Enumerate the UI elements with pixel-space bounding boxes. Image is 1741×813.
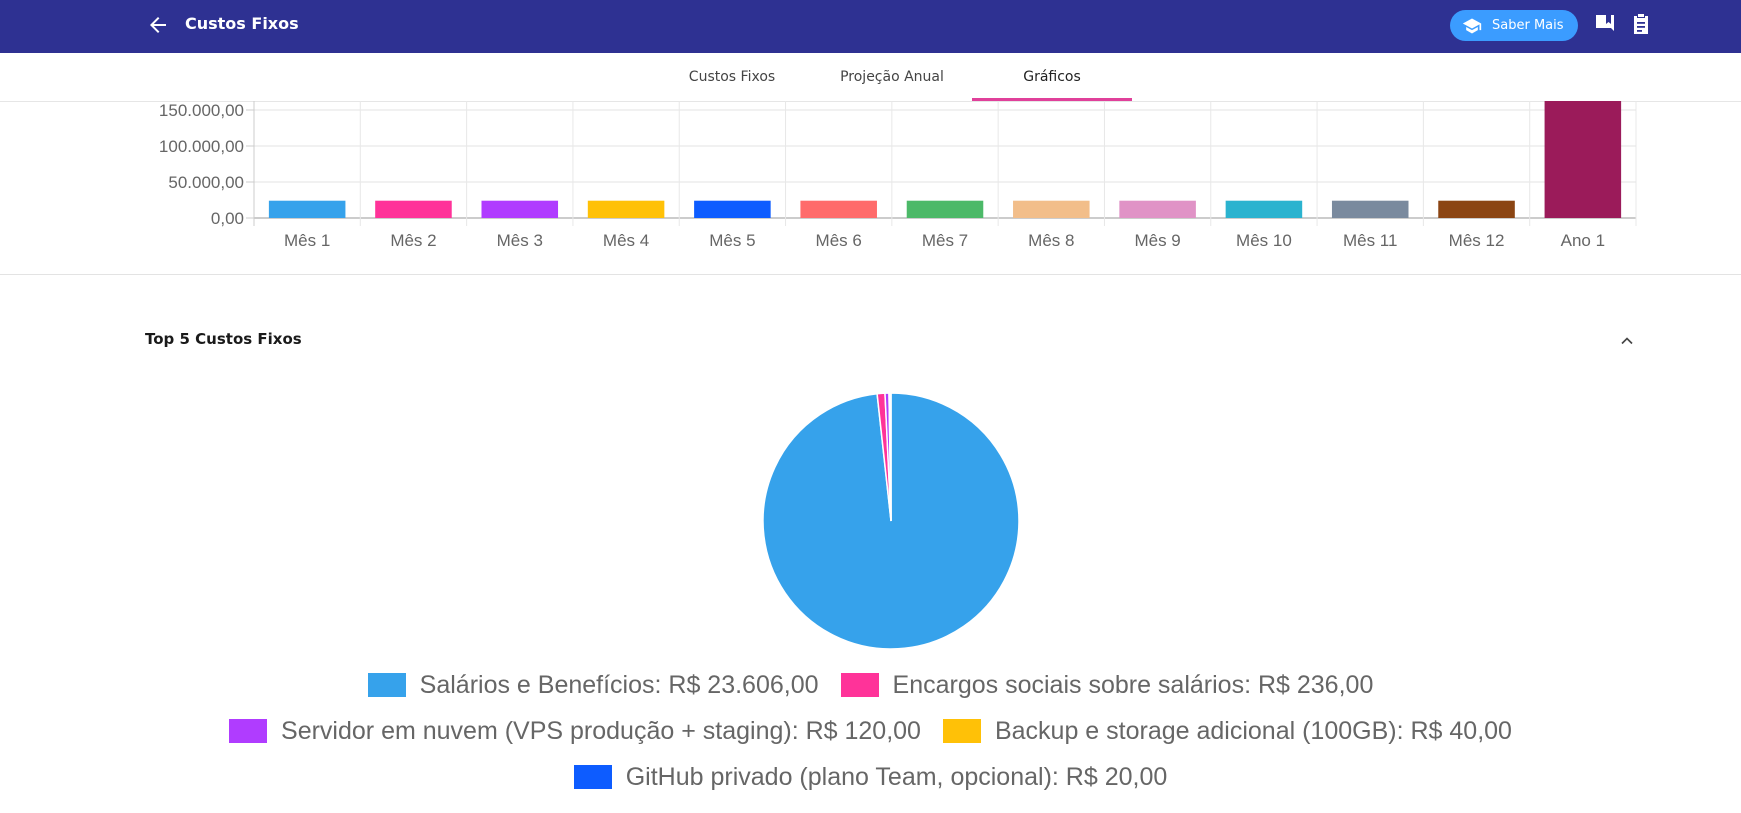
bar[interactable] [1438,200,1515,218]
pie-legend-row-3: GitHub privado (plano Team, opcional): R… [0,758,1741,796]
y-tick-label: 100.000,00 [159,137,244,156]
y-tick-label: 50.000,00 [168,173,244,192]
pie-chart [762,392,1020,650]
x-tick-label: Mês 11 [1343,231,1398,250]
section-divider [0,274,1741,275]
back-arrow-icon[interactable] [146,13,170,37]
tab-projecao-anual[interactable]: Projeção Anual [826,53,958,101]
bar[interactable] [906,200,984,218]
saber-mais-label: Saber Mais [1492,18,1564,33]
legend-item[interactable]: Servidor em nuvem (VPS produção + stagin… [229,717,921,746]
x-tick-label: Mês 12 [1449,231,1505,250]
pie-legend-row-1: Salários e Benefícios: R$ 23.606,00 Enca… [0,666,1741,704]
x-tick-label: Mês 8 [1028,231,1074,250]
x-tick-label: Mês 9 [1134,231,1180,250]
tab-bar: Custos Fixos Projeção Anual Gráficos [0,53,1741,102]
bar[interactable] [1331,200,1409,218]
legend-swatch [942,719,981,743]
x-tick-label: Mês 10 [1236,231,1292,250]
app-header: Custos Fixos Saber Mais [0,0,1741,53]
legend-label: GitHub privado (plano Team, opcional): R… [625,762,1168,791]
saber-mais-button[interactable]: Saber Mais [1450,10,1578,41]
graduation-cap-icon [1462,18,1482,33]
x-tick-label: Mês 6 [816,231,862,250]
legend-swatch [840,673,879,697]
x-tick-label: Mês 7 [922,231,968,250]
bar[interactable] [1225,200,1303,218]
legend-label: Salários e Benefícios: R$ 23.606,00 [419,670,819,699]
bar[interactable] [587,200,665,218]
legend-swatch [367,673,406,697]
y-tick-label: 150.000,00 [159,101,244,120]
bar-chart: 0,00 50.000,00 100.000,00 150.000,00 Mês 1 Mê… [159,101,1637,250]
bar[interactable] [481,200,559,218]
pie-legend-row-2: Servidor em nuvem (VPS produção + stagin… [0,712,1741,750]
x-tick-label: Mês 2 [390,231,436,250]
bar[interactable] [1119,200,1196,218]
bar[interactable] [1544,101,1622,218]
legend-swatch [573,765,612,789]
x-tick-label: Mês 1 [284,231,330,250]
legend-item[interactable]: GitHub privado (plano Team, opcional): R… [573,762,1168,792]
legend-label: Backup e storage adicional (100GB): R$ 4… [994,716,1512,745]
legend-label: Servidor em nuvem (VPS produção + stagin… [281,716,921,745]
tab-graficos[interactable]: Gráficos [972,53,1132,101]
legend-item[interactable]: Salários e Benefícios: R$ 23.606,00 [367,670,819,700]
chevron-up-icon[interactable] [1617,331,1637,351]
bar[interactable] [1013,200,1090,218]
x-tick-label: Ano 1 [1561,231,1605,250]
x-tick-label: Mês 4 [603,231,649,250]
x-tick-label: Mês 3 [497,231,543,250]
bar[interactable] [268,200,346,218]
bar[interactable] [375,200,452,218]
y-tick-label: 0,00 [211,209,244,228]
legend-item[interactable]: Backup e storage adicional (100GB): R$ 4… [942,716,1512,746]
legend-label: Encargos sociais sobre salários: R$ 236,… [892,670,1374,699]
x-tick-label: Mês 5 [709,231,755,250]
section-title: Top 5 Custos Fixos [145,330,302,348]
legend-swatch [229,719,268,743]
page-title: Custos Fixos [185,14,299,33]
clipboard-icon[interactable] [1629,12,1653,36]
legend-item[interactable]: Encargos sociais sobre salários: R$ 236,… [840,670,1374,700]
book-icon[interactable] [1593,12,1617,36]
bar[interactable] [694,200,771,218]
pie-slice[interactable] [889,392,892,522]
tab-custos-fixos[interactable]: Custos Fixos [670,53,794,101]
bar[interactable] [800,200,877,218]
